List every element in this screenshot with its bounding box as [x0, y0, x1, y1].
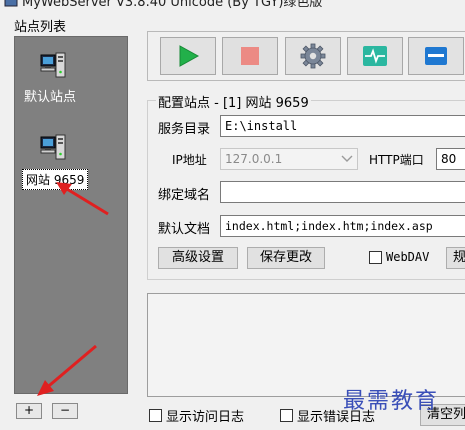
gear-icon [300, 43, 326, 69]
annotation-arrow-icon [37, 344, 97, 396]
site-item-default[interactable]: 默认站点 [24, 86, 76, 105]
show-access-log-label: 显示访问日志 [166, 410, 245, 425]
app-icon [4, 0, 18, 7]
domain-field[interactable] [220, 181, 465, 203]
chevron-down-icon[interactable] [341, 152, 353, 164]
watermark: 最需教育 [343, 389, 440, 414]
window-icon [425, 47, 447, 65]
rules-button[interactable]: 规 [446, 247, 465, 269]
domain-label: 绑定域名 [158, 188, 211, 203]
window-title: MyWebServer V3.8.40 Unicode (By TGY)绿色版 [22, 0, 323, 10]
server-computer-icon[interactable] [39, 52, 67, 82]
default-doc-field[interactable]: index.html;index.htm;index.asp [220, 215, 465, 237]
root-dir-field[interactable]: E:\install [220, 115, 465, 137]
save-changes-button[interactable]: 保存更改 [247, 247, 325, 269]
annotation-arrow-icon [56, 182, 109, 216]
settings-button[interactable] [285, 37, 341, 75]
ip-address-select[interactable]: 127.0.0.1 [220, 148, 358, 170]
stop-icon [241, 47, 259, 65]
advanced-settings-button[interactable]: 高级设置 [158, 247, 238, 269]
play-icon [179, 45, 200, 67]
monitor-button[interactable] [347, 37, 403, 75]
pulse-icon [363, 46, 387, 66]
remove-site-button[interactable]: − [52, 403, 78, 419]
root-dir-label: 服务目录 [158, 122, 211, 137]
stop-button[interactable] [222, 37, 278, 75]
site-list-label: 站点列表 [14, 20, 67, 35]
webdav-checkbox[interactable] [369, 251, 382, 264]
http-port-field[interactable]: 80 [436, 148, 465, 170]
start-button[interactable] [160, 37, 216, 75]
http-port-label: HTTP端口 [369, 153, 424, 167]
server-computer-icon[interactable] [39, 134, 67, 164]
add-site-button[interactable]: + [16, 403, 42, 419]
log-area[interactable] [147, 293, 465, 397]
config-title: 配置站点 - [1] 网站 9659 [156, 92, 311, 111]
show-error-log-checkbox[interactable] [280, 409, 293, 422]
default-doc-label: 默认文档 [158, 222, 211, 237]
show-access-log-checkbox[interactable] [149, 409, 162, 422]
webdav-label: WebDAV [386, 250, 430, 264]
window-button[interactable] [408, 37, 464, 75]
ip-address-label: IP地址 [172, 153, 207, 167]
